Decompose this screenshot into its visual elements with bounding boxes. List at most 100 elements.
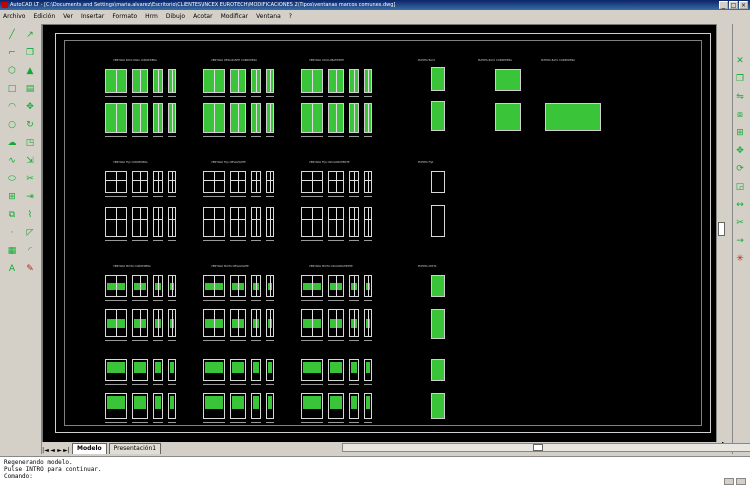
menu-ver[interactable]: Ver [60, 13, 78, 20]
group-title: PUERTA BAYA CORREDERA [541, 59, 576, 62]
window-elevation [301, 275, 323, 297]
explode-tool-icon[interactable]: ✎ [23, 262, 37, 276]
copy-object-icon[interactable]: ❐ [733, 72, 747, 86]
prev-tab-button[interactable]: ◄ [49, 447, 56, 454]
drawing-area[interactable]: VENTANA BAYA PARA CORREDERA VENTANA DESLI… [42, 24, 724, 444]
tab-presentacion1[interactable]: Presentación1 [108, 443, 162, 454]
extend-object-icon[interactable]: → [733, 234, 747, 248]
text-tool-icon[interactable]: A [5, 262, 19, 276]
stretch-object-icon[interactable]: ↔ [733, 198, 747, 212]
tab-modelo[interactable]: Modelo [72, 443, 107, 454]
glass-pane [351, 361, 357, 373]
scale-object-icon[interactable]: ◲ [733, 180, 747, 194]
window-elevation [203, 103, 225, 133]
window-elevation [153, 393, 163, 419]
mullion-line [270, 310, 271, 336]
chamfer-tool-icon[interactable]: ◸ [23, 226, 37, 240]
horizontal-scrollbar[interactable] [342, 443, 750, 452]
window-elevation [132, 171, 148, 193]
construction-line-icon[interactable]: ↗ [23, 28, 37, 42]
window-elevation [153, 275, 163, 297]
window-elevation [153, 69, 163, 93]
spline-tool-icon[interactable]: ∿ [5, 154, 19, 168]
dimension-line [251, 136, 261, 137]
window-elevation [105, 309, 127, 337]
erase-tool-icon[interactable]: ✕ [733, 54, 747, 68]
insert-block-icon[interactable]: ⊞ [5, 190, 19, 204]
copy-tool-icon[interactable]: ❐ [23, 46, 37, 60]
revcloud-tool-icon[interactable]: ☁ [5, 136, 19, 150]
vertical-scrollbar[interactable] [716, 24, 727, 442]
menu-formato[interactable]: Formato [109, 13, 142, 20]
fillet-tool-icon[interactable]: ◜ [23, 244, 37, 258]
autocad-app-icon[interactable] [2, 2, 8, 8]
minimize-button[interactable]: _ [719, 1, 728, 9]
menu-edicion[interactable]: Edición [30, 13, 60, 20]
mullion-line [312, 70, 313, 92]
ellipse-tool-icon[interactable]: ⬭ [5, 172, 19, 186]
point-tool-icon[interactable]: · [5, 226, 19, 240]
window-elevation [251, 393, 261, 419]
command-prompt[interactable]: Comando: [4, 473, 746, 480]
rectangle-tool-icon[interactable]: □ [5, 82, 19, 96]
dimension-line [251, 240, 261, 241]
horizontal-scroll-thumb[interactable] [533, 444, 543, 451]
window-elevation [168, 309, 176, 337]
mullion-line [172, 172, 173, 192]
hatch-tool-icon[interactable]: ▦ [5, 244, 19, 258]
circle-tool-icon[interactable]: ○ [5, 118, 19, 132]
move-object-icon[interactable]: ✥ [733, 144, 747, 158]
line-tool-icon[interactable]: ╱ [5, 28, 19, 42]
scroll-right-button[interactable] [736, 478, 746, 485]
group-title: VENTANA MIXTA CORREDERA [113, 265, 151, 268]
arc-tool-icon[interactable]: ◠ [5, 100, 19, 114]
dimension-line [132, 422, 148, 423]
offset-tool-icon[interactable]: ▤ [23, 82, 37, 96]
polyline-tool-icon[interactable]: ⌐ [5, 46, 19, 60]
break-tool-icon[interactable]: ⌇ [23, 208, 37, 222]
scroll-left-button[interactable] [724, 478, 734, 485]
mirror-tool-icon[interactable]: ▲ [23, 64, 37, 78]
vertical-scroll-thumb[interactable] [718, 222, 725, 236]
scale-tool-icon[interactable]: ◳ [23, 136, 37, 150]
dimension-line [251, 196, 261, 197]
close-button[interactable]: × [739, 1, 748, 9]
trim-tool-icon[interactable]: ✂ [23, 172, 37, 186]
mirror-object-icon[interactable]: ⇋ [733, 90, 747, 104]
mullion-line [158, 276, 159, 296]
menu-ventana[interactable]: Ventana [253, 13, 286, 20]
menu-insertar[interactable]: Insertar [78, 13, 109, 20]
last-tab-button[interactable]: ►| [63, 447, 70, 454]
next-tab-button[interactable]: ► [56, 447, 63, 454]
move-tool-icon[interactable]: ✥ [23, 100, 37, 114]
rotate-object-icon[interactable]: ⟳ [733, 162, 747, 176]
menu-ayuda[interactable]: ? [286, 13, 297, 20]
trim-object-icon[interactable]: ✂ [733, 216, 747, 230]
first-tab-button[interactable]: |◄ [42, 447, 49, 454]
window-elevation [349, 103, 359, 133]
array-tool-icon[interactable]: ⊞ [733, 126, 747, 140]
glass-pane [330, 395, 342, 410]
dimension-line [328, 300, 344, 301]
menu-dibujo[interactable]: Dibujo [163, 13, 190, 20]
stretch-tool-icon[interactable]: ⇲ [23, 154, 37, 168]
explode-object-icon[interactable]: ✳ [733, 252, 747, 266]
command-line[interactable]: Regenerando modelo. Pulse INTRO para con… [0, 456, 750, 487]
menu-acotar[interactable]: Acotar [190, 13, 217, 20]
mullion-line [158, 310, 159, 336]
make-block-icon[interactable]: ⧉ [5, 208, 19, 222]
modify-toolbar: ✕ ❐ ⇋ ⧈ ⊞ ✥ ⟳ ◲ ↔ ✂ → ✳ [732, 24, 747, 454]
polygon-tool-icon[interactable]: ⬡ [5, 64, 19, 78]
window-elevation [203, 171, 225, 193]
rotate-tool-icon[interactable]: ↻ [23, 118, 37, 132]
offset-object-icon[interactable]: ⧈ [733, 108, 747, 122]
menu-archivo[interactable]: Archivo [0, 13, 30, 20]
extend-tool-icon[interactable]: ⇥ [23, 190, 37, 204]
menu-herramientas[interactable]: Hrm [142, 13, 163, 20]
maximize-button[interactable]: □ [729, 1, 738, 9]
menu-modificar[interactable]: Modificar [218, 13, 254, 20]
glass-pane [303, 395, 321, 410]
dimension-line [105, 196, 127, 197]
mullion-line [238, 310, 239, 336]
mullion-line [140, 172, 141, 192]
